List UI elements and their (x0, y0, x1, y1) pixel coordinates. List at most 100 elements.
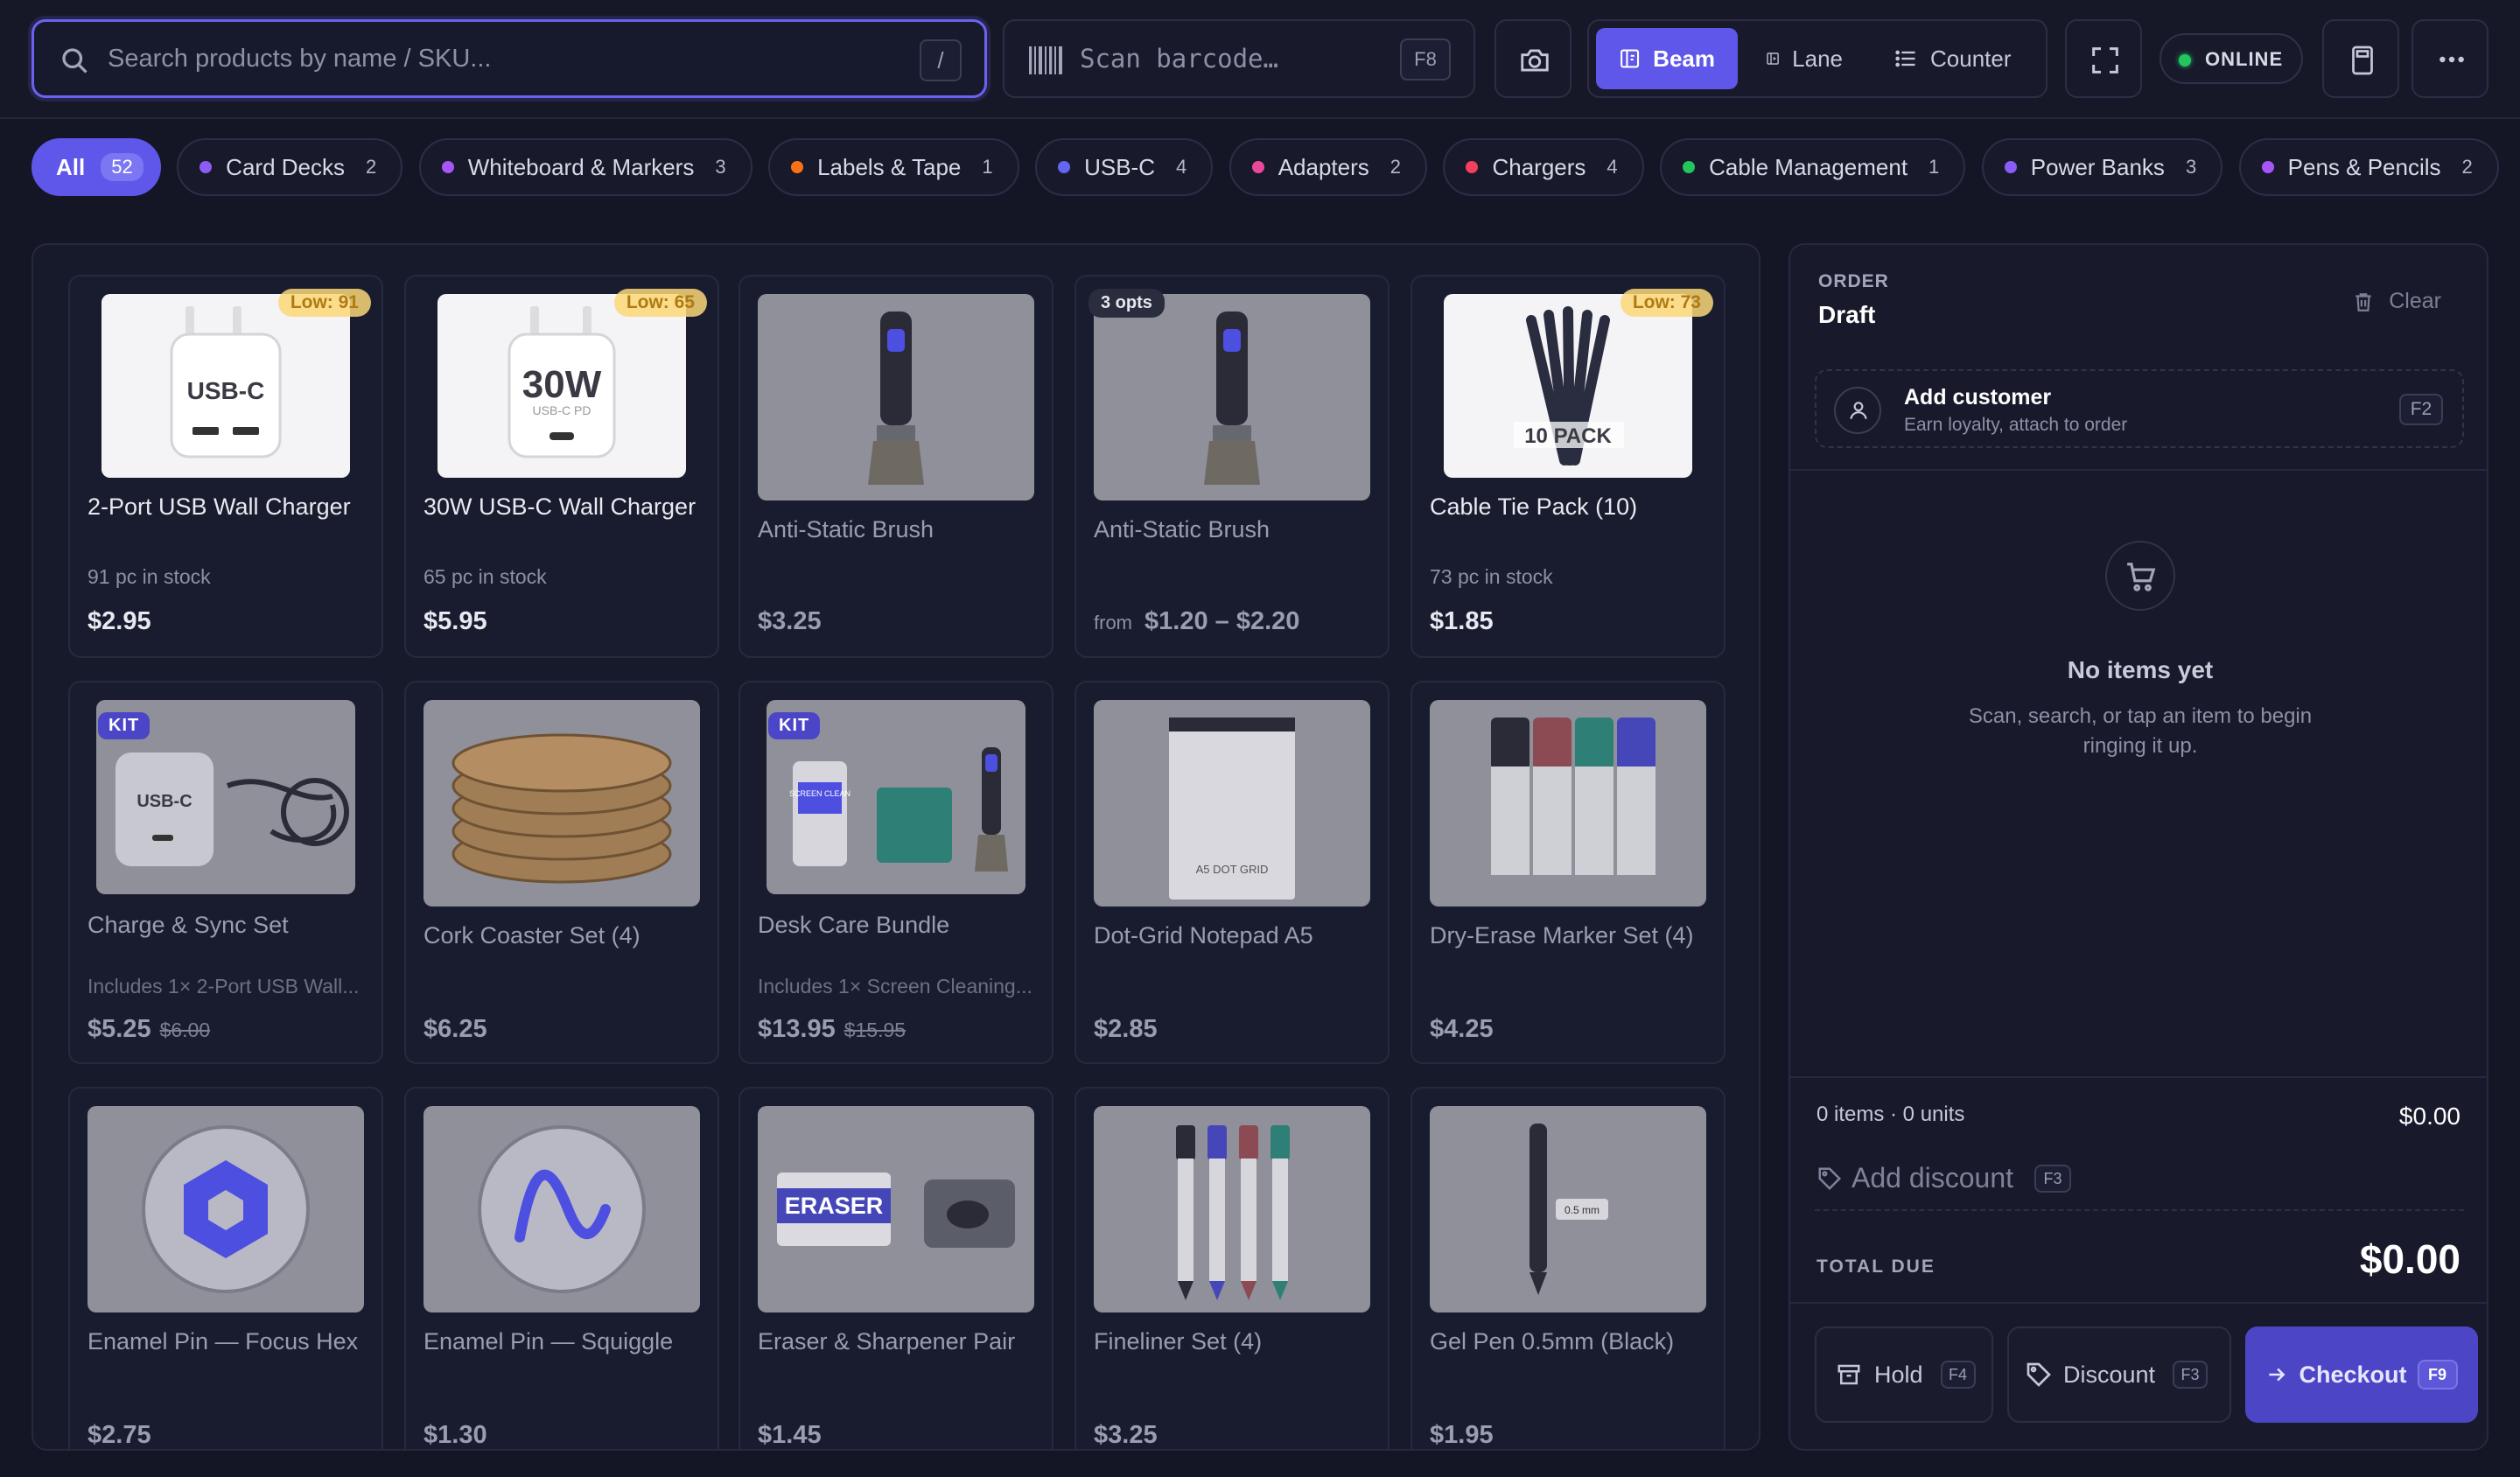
category-chip-cable-management[interactable]: Cable Management 1 (1660, 138, 1966, 196)
divider (1790, 1076, 2487, 1078)
product-image (1094, 294, 1370, 500)
low-stock-badge: Low: 73 (1620, 289, 1713, 317)
product-image (424, 700, 700, 906)
total-due-amount: $0.00 (2359, 1236, 2460, 1282)
search-icon (62, 48, 88, 74)
beam-icon (1620, 49, 1640, 68)
category-count: 2 (2461, 156, 2473, 178)
mode-lane-button[interactable]: Lane (1743, 28, 1866, 89)
divider (1815, 1209, 2464, 1211)
svg-text:ERASER: ERASER (785, 1193, 884, 1219)
product-price: $5.25 $6.00 (88, 1015, 210, 1044)
mode-counter-button[interactable]: Counter (1871, 28, 2042, 89)
category-filter-bar: All 52 Card Decks 2 Whiteboard & Markers… (32, 138, 2520, 196)
category-count: 2 (366, 156, 377, 178)
price-from-label: from (1094, 612, 1132, 634)
discount-label: Discount (2063, 1361, 2156, 1388)
low-stock-badge: Low: 91 (277, 289, 371, 317)
camera-scan-button[interactable] (1494, 19, 1572, 98)
empty-cart-indicator (2105, 541, 2175, 611)
product-stock: 65 pc in stock (424, 565, 547, 588)
category-chip-all[interactable]: All 52 (32, 138, 161, 196)
add-discount-link[interactable]: Add discount F3 (1816, 1162, 2072, 1194)
category-chip-usb-c[interactable]: USB-C 4 (1035, 138, 1214, 196)
tag-icon (1818, 1167, 1842, 1190)
customer-avatar (1834, 387, 1881, 434)
trash-icon (2356, 292, 2371, 312)
gel-pen-image: 0.5 mm (1430, 1106, 1706, 1312)
search-input[interactable]: Search products by name / SKU... (108, 45, 491, 74)
svg-text:SCREEN CLEAN: SCREEN CLEAN (789, 789, 850, 798)
category-chip-chargers[interactable]: Chargers 4 (1443, 138, 1644, 196)
category-chip-pens-pencils[interactable]: Pens & Pencils 2 (2238, 138, 2499, 196)
product-image (88, 1106, 364, 1312)
squiggle-pin-image (424, 1106, 700, 1312)
product-image: 0.5 mm (1430, 1106, 1706, 1312)
product-card[interactable]: Anti-Static Brush $3.25 (738, 275, 1054, 658)
empty-cart-title: No items yet (2067, 656, 2214, 683)
mode-beam-button[interactable]: Beam (1596, 28, 1738, 89)
checkout-button[interactable]: Checkout F9 (2245, 1326, 2478, 1423)
product-name: Dot-Grid Notepad A5 (1094, 922, 1313, 948)
product-stock: 91 pc in stock (88, 565, 211, 588)
product-card[interactable]: SCREEN CLEAN KIT Desk Care Bundle Includ… (738, 681, 1054, 1064)
category-label: Chargers (1492, 153, 1586, 180)
product-price: $3.25 (1094, 1421, 1158, 1449)
product-stock: 73 pc in stock (1430, 565, 1553, 588)
more-menu-button[interactable] (2412, 19, 2488, 98)
mode-label: Counter (1930, 45, 2012, 72)
category-label: Power Banks (2030, 153, 2165, 180)
product-name: 30W USB-C Wall Charger (424, 494, 696, 520)
product-card[interactable]: 3 opts Anti-Static Brush from $1.20 – $2.… (1074, 275, 1390, 658)
product-price: $1.30 (424, 1421, 487, 1449)
product-card[interactable]: 30W USB-C PD Low: 65 30W USB-C Wall Char… (404, 275, 719, 658)
product-card[interactable]: Enamel Pin — Squiggle $1.30 (404, 1087, 719, 1449)
svg-text:USB-C PD: USB-C PD (533, 403, 592, 417)
category-chip-card-decks[interactable]: Card Decks 2 (177, 138, 403, 196)
top-bar: Search products by name / SKU... / Scan … (0, 0, 2520, 119)
product-price: $1.95 (1430, 1421, 1494, 1449)
category-dot (1058, 161, 1071, 173)
category-count: 2 (1390, 156, 1402, 178)
product-card[interactable]: A5 DOT GRID Dot-Grid Notepad A5 $2.85 (1074, 681, 1390, 1064)
category-count: 1 (982, 156, 993, 178)
category-chip-labels-tape[interactable]: Labels & Tape 1 (768, 138, 1019, 196)
barcode-input[interactable]: Scan barcode… (1080, 44, 1278, 74)
status-dot (2179, 54, 2191, 66)
options-badge: 3 opts (1088, 289, 1165, 318)
search-shortcut-key: / (920, 39, 962, 81)
add-customer-button[interactable]: Add customer Earn loyalty, attach to ord… (1815, 369, 2464, 448)
category-count: 4 (1176, 156, 1187, 178)
product-card[interactable]: 10 PACK Low: 73 Cable Tie Pack (10) 73 p… (1410, 275, 1726, 658)
product-image (1094, 1106, 1370, 1312)
calculator-icon (2352, 46, 2373, 75)
add-customer-subtitle: Earn loyalty, attach to order (1904, 415, 2128, 435)
barcode-scan-field[interactable]: Scan barcode… F8 (1003, 19, 1475, 98)
status-label: ONLINE (2205, 48, 2284, 70)
fineliners-image (1094, 1106, 1370, 1312)
category-dot (791, 161, 804, 173)
svg-text:10 PACK: 10 PACK (1524, 424, 1612, 448)
fullscreen-button[interactable] (2065, 19, 2142, 98)
product-card[interactable]: Fineliner Set (4) $3.25 (1074, 1087, 1390, 1449)
product-card[interactable]: 0.5 mm Gel Pen 0.5mm (Black) $1.95 (1410, 1087, 1726, 1449)
product-card[interactable]: USB-C KIT Charge & Sync Set Includes 1× … (68, 681, 383, 1064)
category-chip-whiteboard-markers[interactable]: Whiteboard & Markers 3 (418, 138, 752, 196)
product-search[interactable]: Search products by name / SKU... / (32, 19, 987, 98)
category-chip-power-banks[interactable]: Power Banks 3 (1981, 138, 2223, 196)
product-card[interactable]: USB-C Low: 91 2-Port USB Wall Charger 91… (68, 275, 383, 658)
product-card[interactable]: Enamel Pin — Focus Hex $2.75 (68, 1087, 383, 1449)
product-card[interactable]: Dry-Erase Marker Set (4) $4.25 (1410, 681, 1726, 1064)
calculator-button[interactable] (2322, 19, 2399, 98)
clear-order-button[interactable]: Clear (2352, 289, 2441, 314)
view-mode-switcher: Beam Lane Counter (1587, 19, 2048, 98)
product-card[interactable]: Cork Coaster Set (4) $6.25 (404, 681, 719, 1064)
discount-button[interactable]: Discount F3 (2007, 1326, 2231, 1423)
product-name: Charge & Sync Set (88, 912, 289, 938)
product-card[interactable]: ERASER Eraser & Sharpener Pair $1.45 (738, 1087, 1054, 1449)
hold-button[interactable]: Hold F4 (1815, 1326, 1993, 1423)
total-due-label: TOTAL DUE (1816, 1256, 1936, 1277)
low-stock-badge: Low: 65 (613, 289, 707, 317)
category-label: Cable Management (1709, 153, 1908, 180)
category-chip-adapters[interactable]: Adapters 2 (1228, 138, 1428, 196)
